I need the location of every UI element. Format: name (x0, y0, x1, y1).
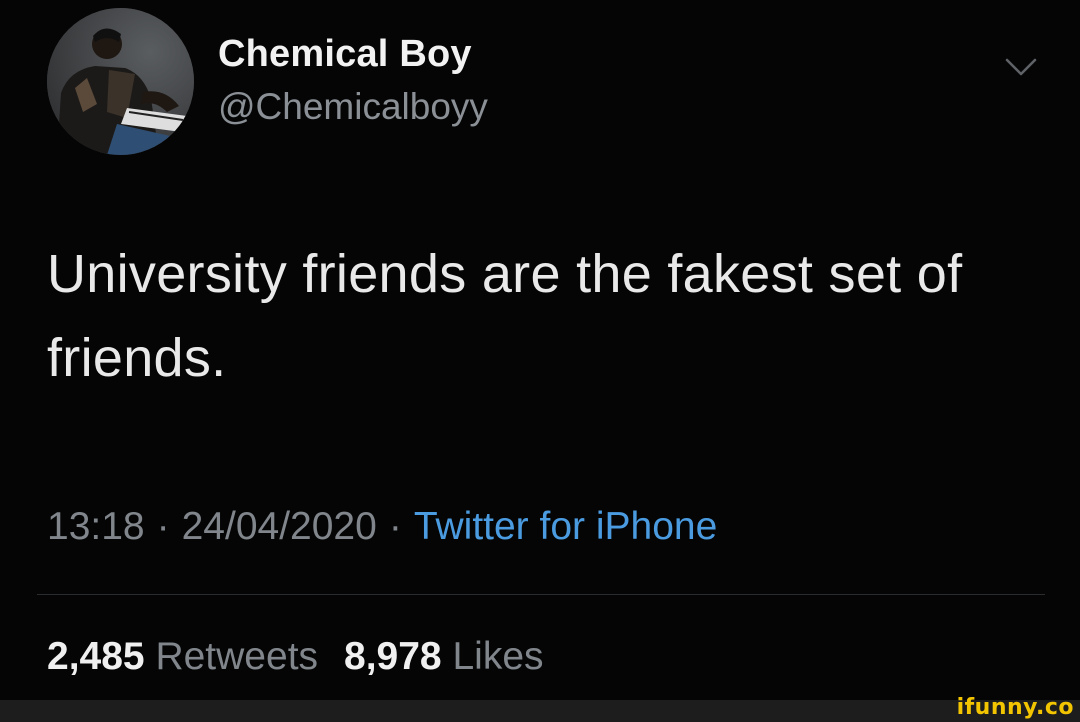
separator: · (156, 505, 170, 548)
footer-bar (0, 700, 1080, 722)
retweets-stat[interactable]: 2,485 Retweets (47, 635, 318, 679)
likes-count: 8,978 (344, 635, 442, 678)
tweet-metadata: 13:18 · 24/04/2020 · Twitter for iPhone (47, 505, 717, 549)
separator: · (388, 505, 402, 548)
likes-label: Likes (452, 635, 544, 678)
divider (37, 594, 1045, 595)
ifunny-watermark: ifunny.co (956, 695, 1074, 720)
tweet-stats: 2,485 Retweets 8,978 Likes (47, 635, 544, 679)
tweet-text: University friends are the fakest set of… (47, 244, 963, 388)
likes-stat[interactable]: 8,978 Likes (344, 635, 544, 679)
chevron-down-icon (1005, 58, 1037, 76)
author-handle[interactable]: @Chemicalboyy (218, 86, 488, 128)
retweets-label: Retweets (155, 635, 319, 678)
avatar[interactable] (47, 8, 194, 155)
retweets-count: 2,485 (47, 635, 145, 678)
tweet-source-link[interactable]: Twitter for iPhone (414, 505, 717, 548)
tweet-card: Chemical Boy @Chemicalboyy University fr… (0, 0, 1080, 700)
tweet-date[interactable]: 24/04/2020 (182, 505, 377, 548)
tweet-time[interactable]: 13:18 (47, 505, 145, 548)
tweet-menu-button[interactable] (1000, 52, 1042, 82)
avatar-photo-icon (47, 8, 194, 155)
author-display-name[interactable]: Chemical Boy (218, 33, 472, 76)
